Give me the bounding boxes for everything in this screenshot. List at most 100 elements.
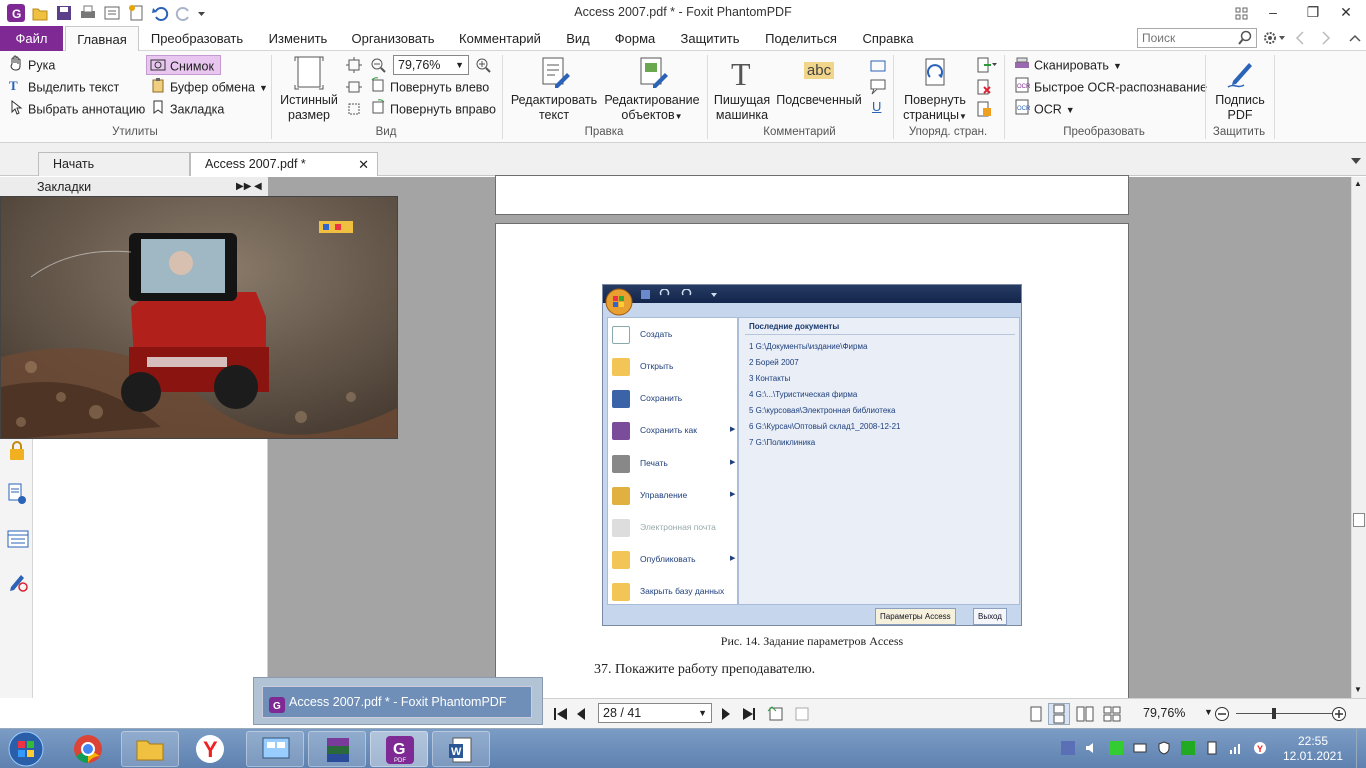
settings-gear-icon[interactable] [1262,30,1286,49]
status-zoom-out-icon[interactable] [1214,706,1230,725]
continuous-facing-icon[interactable] [1103,706,1121,725]
word-taskbar-button[interactable]: W [432,731,490,767]
tab-help[interactable]: Справка [857,26,919,51]
taskbar-preview-item[interactable]: G Access 2007.pdf * - Foxit PhantomPDF [262,686,532,718]
signatures-panel-icon[interactable] [7,571,29,596]
vertical-scrollbar[interactable]: ▲ ▼ [1351,177,1366,698]
winrar-taskbar-button[interactable] [308,731,366,767]
teams-tray-icon[interactable] [1061,741,1075,755]
nvidia-tray-icon[interactable] [1109,741,1123,755]
zoom-select[interactable]: 79,76% ▼ [393,55,469,75]
facing-pages-icon[interactable] [1076,706,1094,725]
edit-object-button[interactable]: Редактирование объектов▼ [602,55,702,124]
single-page-icon[interactable] [1029,706,1043,725]
sign-pdf-button[interactable]: Подпись PDF [1208,55,1272,123]
layers-panel-icon[interactable] [7,530,29,551]
tab-view[interactable]: Вид [562,26,594,51]
tab-current-document[interactable]: Access 2007.pdf * ✕ [190,152,378,176]
bookmark-button[interactable]: Закладка [150,99,224,119]
scroll-up-icon[interactable]: ▲ [1354,179,1362,188]
zoom-slider-track[interactable] [1236,713,1332,714]
snapshot-button[interactable]: Снимок [146,55,221,75]
expand-panel-icon[interactable]: ▶▶ [236,177,251,197]
back-arrow-icon[interactable] [1294,30,1306,49]
tab-protect[interactable]: Защитить [676,26,744,51]
tab-form[interactable]: Форма [611,26,659,51]
underline-icon[interactable]: U [872,99,881,114]
search-input[interactable] [1138,29,1234,47]
document-properties-icon[interactable] [7,483,27,508]
first-page-icon[interactable] [553,706,569,725]
select-annotation-button[interactable]: Выбрать аннотацию [8,99,145,119]
tab-share[interactable]: Поделиться [761,26,841,51]
keyboard-tray-icon[interactable] [1133,741,1147,755]
volume-tray-icon[interactable] [1085,741,1099,755]
status-zoom-in-icon[interactable] [1331,706,1347,725]
security-lock-icon[interactable] [8,441,26,464]
fit-page-icon[interactable] [346,57,362,76]
scan-button[interactable]: Сканировать ▼ [1014,55,1122,75]
scroll-down-icon[interactable]: ▼ [1354,685,1362,694]
close-tab-icon[interactable]: ✕ [358,153,369,176]
collapse-ribbon-icon[interactable] [1348,30,1362,49]
callout-icon[interactable] [870,79,886,98]
previous-view-icon[interactable] [767,705,785,726]
tab-comment[interactable]: Комментарий [455,26,545,51]
extract-page-icon[interactable] [976,101,992,120]
page-number-input[interactable]: 28 / 41 ▼ [598,703,712,723]
start-button-icon[interactable] [6,730,46,768]
yandex-tray-icon[interactable]: Y [1253,741,1267,755]
last-page-icon[interactable] [741,706,757,725]
foxit-taskbar-button[interactable]: G PDF [370,731,428,767]
rotate-pages-button[interactable]: Повернуть страницы▼ [898,55,972,124]
zoom-slider-thumb[interactable] [1272,708,1277,719]
actual-size-button[interactable]: Истинный размер [278,55,340,123]
show-desktop-button[interactable] [1356,729,1366,768]
clock[interactable]: 22:55 12.01.2021 [1278,734,1348,764]
explorer-taskbar-button[interactable] [121,731,179,767]
tab-list-arrow-icon[interactable] [1350,155,1362,170]
chrome-icon[interactable] [72,733,104,768]
tab-edit[interactable]: Изменить [264,26,332,51]
menu-file[interactable]: Файл [0,26,63,51]
fit-width-icon[interactable] [346,79,362,98]
hand-tool-button[interactable]: Рука [8,55,55,75]
update-tray-icon[interactable] [1181,741,1195,755]
fit-visible-icon[interactable] [346,101,362,120]
highlight-button[interactable]: abc Подсвеченный [774,55,864,108]
zoom-out-icon[interactable] [370,57,386,76]
network-signal-tray-icon[interactable] [1229,741,1243,755]
control-panel-taskbar-button[interactable] [246,731,304,767]
forward-arrow-icon[interactable] [1320,30,1332,49]
zoom-in-icon[interactable] [475,57,491,76]
next-view-icon[interactable] [793,705,811,726]
insert-page-icon[interactable] [976,57,998,76]
status-zoom-value[interactable]: 79,76% [1143,706,1185,720]
continuous-page-icon[interactable] [1048,703,1070,725]
ribbon-display-icon[interactable] [1235,4,1249,22]
ocr-button[interactable]: OCR OCR ▼ [1014,99,1075,119]
tab-organize[interactable]: Организовать [347,26,439,51]
zoom-dropdown-icon[interactable]: ▼ [1204,707,1213,717]
close-button[interactable]: ✕ [1326,0,1366,24]
search-icon[interactable] [1237,30,1253,49]
shield-tray-icon[interactable] [1157,741,1171,755]
next-page-icon[interactable] [720,706,732,725]
collapse-panel-icon[interactable]: ◀ [254,177,262,197]
scroll-thumb[interactable] [1353,513,1365,527]
tab-convert[interactable]: Преобразовать [148,26,246,51]
rectangle-note-icon[interactable] [870,59,886,76]
edit-text-button[interactable]: Редактировать текст [508,55,600,123]
clipboard-button[interactable]: Буфер обмена ▼ [150,77,268,97]
delete-page-icon[interactable] [976,79,992,98]
rotate-left-button[interactable]: Повернуть влево [370,77,489,97]
select-text-button[interactable]: T Выделить текст [8,77,119,97]
tab-start[interactable]: Начать [38,152,190,176]
usb-tray-icon[interactable] [1205,741,1219,755]
quick-ocr-button[interactable]: OCR Быстрое OCR-распознавание [1014,77,1207,97]
previous-page-icon[interactable] [575,706,587,725]
yandex-icon[interactable]: Y [194,733,226,768]
rotate-right-button[interactable]: Повернуть вправо [370,99,496,119]
typewriter-button[interactable]: T Пишущая машинка [712,55,772,123]
tab-home[interactable]: Главная [65,26,139,52]
